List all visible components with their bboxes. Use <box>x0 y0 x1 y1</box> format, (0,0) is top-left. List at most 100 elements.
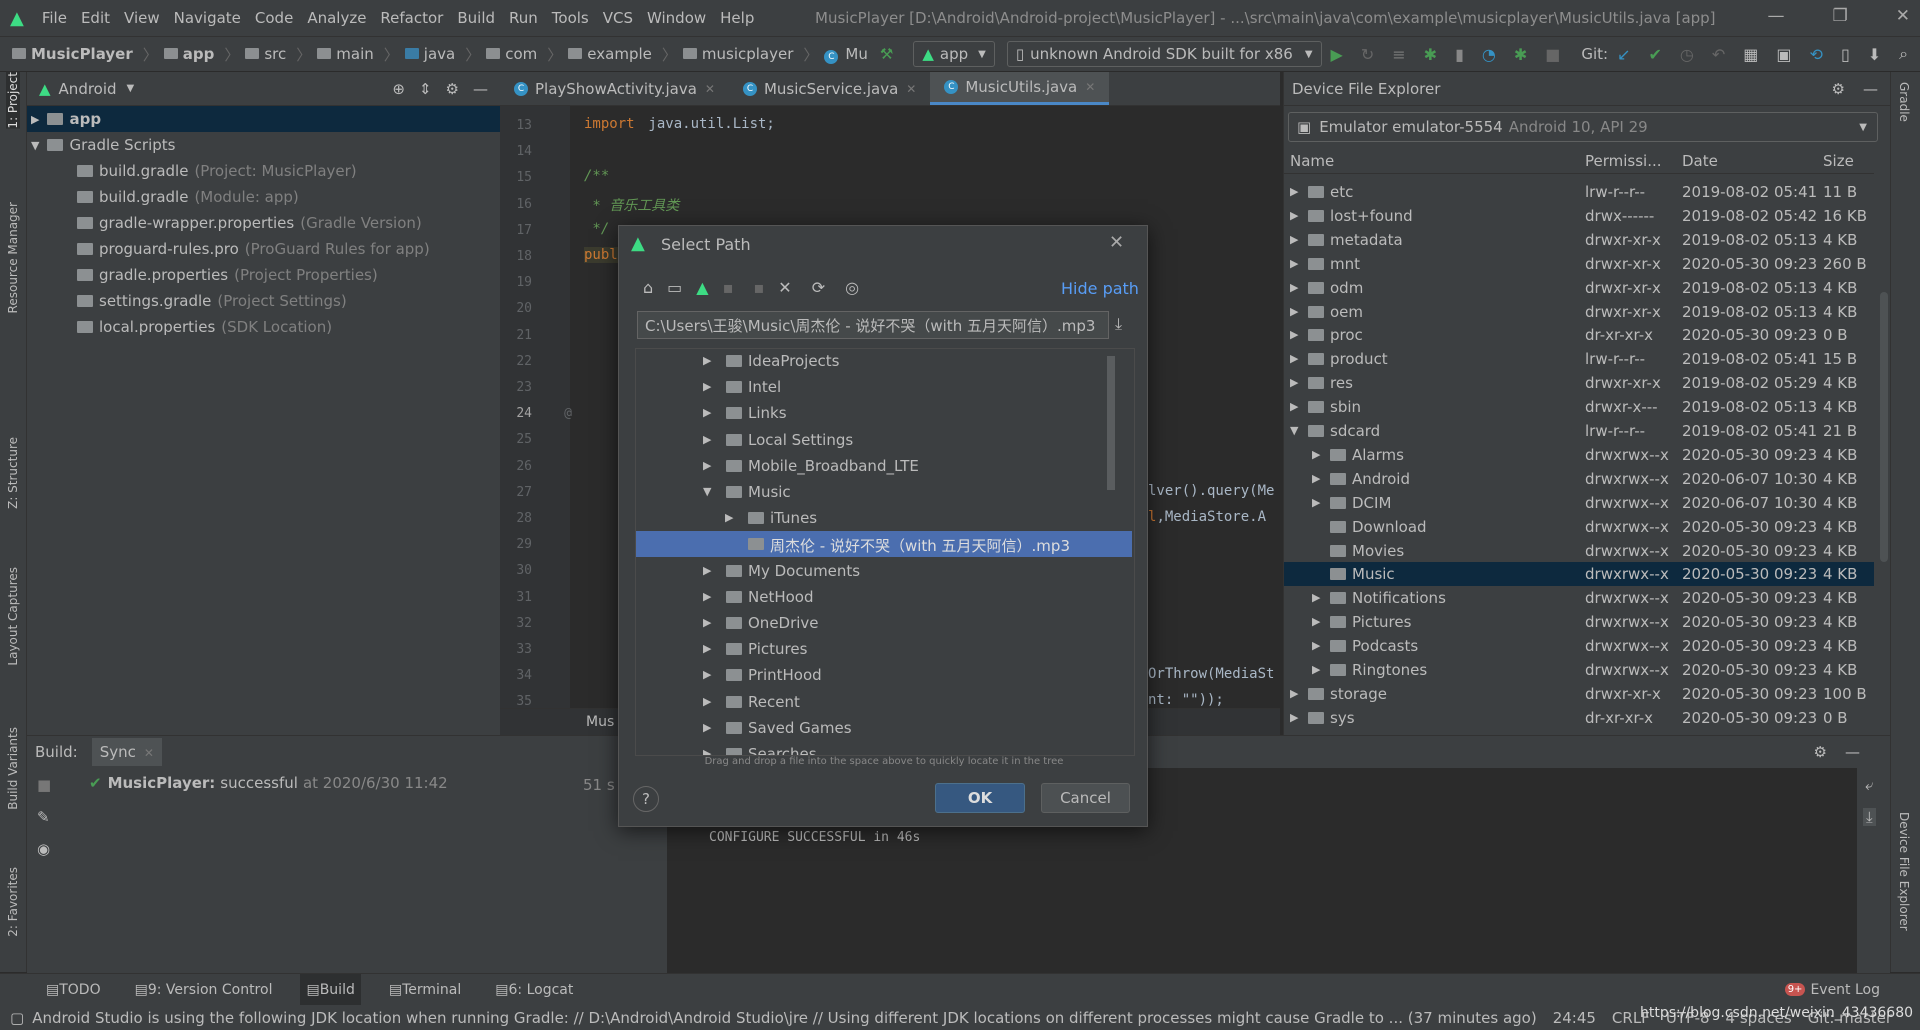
expand-arrow-icon[interactable]: ▶ <box>703 642 711 655</box>
gear-icon[interactable]: ⚙ <box>1814 743 1827 761</box>
expand-arrow-icon[interactable]: ▶ <box>1290 305 1298 318</box>
file-row[interactable]: ▶ sys dr-xr-xr-x 2020-05-30 09:23 0 B <box>1284 706 1874 730</box>
file-row[interactable]: ▶ oem drwxr-xr-x 2019-08-02 05:13 4 KB <box>1284 300 1874 324</box>
file-row[interactable]: ▶ sbin drwxr-x--- 2019-08-02 05:13 4 KB <box>1284 395 1874 419</box>
profile-icon[interactable]: ◔ <box>1482 45 1496 64</box>
close-tab-icon[interactable]: ✕ <box>705 82 715 96</box>
apply-code-changes-icon[interactable]: ≡ <box>1392 45 1405 64</box>
minimize-button[interactable]: — <box>1768 6 1785 26</box>
breadcrumb-item[interactable]: C Mu <box>824 45 868 64</box>
file-row[interactable]: ▶ etc lrw-r--r-- 2019-08-02 05:41 11 B <box>1284 180 1874 204</box>
file-tree-item[interactable]: ▶ Links <box>636 400 1132 426</box>
expand-arrow-icon[interactable]: ▼ <box>703 485 711 498</box>
tool-window-versioncontrol[interactable]: ▤ 9: Version Control <box>129 974 279 1006</box>
file-row[interactable]: ▶ metadata drwxr-xr-x 2019-08-02 05:13 4 KB <box>1284 228 1874 252</box>
stripe-resource-manager[interactable]: Resource Manager <box>6 202 20 313</box>
home-icon[interactable]: ⌂ <box>643 278 653 297</box>
project-tree-item[interactable]: build.gradle (Module: app) <box>27 184 500 210</box>
file-tree-item[interactable]: ▶ Pictures <box>636 636 1132 662</box>
stripe-structure[interactable]: Z: Structure <box>6 437 20 509</box>
project-tree-item[interactable]: settings.gradle (Project Settings) <box>27 288 500 314</box>
toggle-tool-windows-icon[interactable]: ▢ <box>10 1009 24 1027</box>
menu-view[interactable]: View <box>124 9 160 27</box>
sdk-manager-icon[interactable]: ⬇ <box>1868 45 1881 64</box>
expand-arrow-icon[interactable]: ▶ <box>1290 257 1298 270</box>
file-tree-item[interactable]: 周杰伦 - 说好不哭（with 五月天阿信）.mp3 <box>636 531 1132 558</box>
sync-gradle-icon[interactable]: ⟲ <box>1810 45 1823 64</box>
expand-arrow-icon[interactable]: ▶ <box>1312 591 1320 604</box>
expand-arrow-icon[interactable]: ▶ <box>1312 615 1320 628</box>
expand-arrow-icon[interactable]: ▶ <box>1290 376 1298 389</box>
pin-icon[interactable]: ✎ <box>37 808 50 826</box>
stripe-gradle[interactable]: Gradle <box>1897 82 1911 122</box>
menu-help[interactable]: Help <box>720 9 754 27</box>
expand-arrow-icon[interactable]: ▶ <box>1290 687 1298 700</box>
path-input[interactable]: C:\Users\王骏\Music\周杰伦 - 说好不哭（with 五月天阿信）… <box>637 311 1109 339</box>
git-history-icon[interactable]: ◷ <box>1680 45 1694 64</box>
hide-panel-icon[interactable]: — <box>1863 80 1878 98</box>
expand-arrow-icon[interactable]: ▶ <box>703 564 711 577</box>
menu-tools[interactable]: Tools <box>552 9 589 27</box>
git-rollback-icon[interactable]: ↶ <box>1712 45 1725 64</box>
ok-button[interactable]: OK <box>935 783 1025 813</box>
expand-arrow-icon[interactable]: ▶ <box>703 747 711 755</box>
expand-arrow-icon[interactable]: ▼ <box>1290 424 1298 437</box>
file-tree-item[interactable]: ▶ Saved Games <box>636 715 1132 741</box>
expand-arrow-icon[interactable]: ▶ <box>1290 209 1298 222</box>
download-icon[interactable]: ⤓ <box>1115 314 1122 334</box>
project-view-select[interactable]: Android <box>59 80 117 98</box>
stripe-project[interactable]: 1: Project <box>6 72 20 129</box>
menu-code[interactable]: Code <box>255 9 293 27</box>
project-tree-item[interactable]: gradle-wrapper.properties (Gradle Version… <box>27 210 500 236</box>
file-tree-item[interactable]: ▶ Mobile_Broadband_LTE <box>636 453 1132 479</box>
tab-musicutils[interactable]: C MusicUtils.java ✕ <box>930 72 1110 105</box>
attach-debugger-icon[interactable]: ▮ <box>1455 45 1464 64</box>
menu-file[interactable]: File <box>42 9 67 27</box>
close-tab-icon[interactable]: ✕ <box>906 82 916 96</box>
android-project-icon[interactable]: ▲ <box>696 278 708 297</box>
expand-arrow-icon[interactable]: ▶ <box>1312 448 1320 461</box>
file-row[interactable]: ▶ odm drwxr-xr-x 2019-08-02 05:13 4 KB <box>1284 276 1874 300</box>
file-row[interactable]: ▶ lost+found drwx------ 2019-08-02 05:42 16 … <box>1284 204 1874 228</box>
scroll-to-end-icon[interactable]: ⤓ <box>1863 808 1876 826</box>
file-row[interactable]: ▶ Ringtones drwxrwx--x 2020-05-30 09:23 4 KB <box>1284 658 1874 682</box>
breadcrumb-item[interactable]: java <box>404 45 455 63</box>
device-select[interactable]: ▯ unknown Android SDK built for x86 ▼ <box>1006 41 1322 67</box>
tab-musicservice[interactable]: C MusicService.java ✕ <box>729 72 930 105</box>
show-hidden-icon[interactable]: ◎ <box>845 278 859 297</box>
hide-path-link[interactable]: Hide path <box>1061 279 1139 298</box>
breadcrumb-item[interactable]: main <box>317 45 374 63</box>
status-message[interactable]: Android Studio is using the following JD… <box>32 1009 1537 1027</box>
file-row[interactable]: ▶ Pictures drwxrwx--x 2020-05-30 09:23 4 KB <box>1284 610 1874 634</box>
breadcrumb-item[interactable]: MusicPlayer <box>12 45 133 63</box>
menu-vcs[interactable]: VCS <box>603 9 633 27</box>
soft-wrap-icon[interactable]: ⤶ <box>1865 776 1873 794</box>
expand-arrow-icon[interactable]: ▶ <box>1312 472 1320 485</box>
file-tree-item[interactable]: ▶ My Documents <box>636 558 1132 584</box>
expand-arrow-icon[interactable]: ▶ <box>1312 639 1320 652</box>
menu-run[interactable]: Run <box>509 9 538 27</box>
maximize-button[interactable]: ❐ <box>1833 6 1848 26</box>
apply-changes-icon[interactable]: ↻ <box>1361 45 1374 64</box>
expand-arrow-icon[interactable]: ▶ <box>1290 328 1298 341</box>
expand-arrow-icon[interactable]: ▶ <box>703 668 711 681</box>
expand-arrow-icon[interactable]: ▶ <box>1290 233 1298 246</box>
file-tree-item[interactable]: ▶ PrintHood <box>636 662 1132 688</box>
column-permissions[interactable]: Permissi... <box>1585 152 1662 170</box>
breadcrumb-item[interactable]: src <box>245 45 286 63</box>
column-size[interactable]: Size <box>1823 152 1854 170</box>
file-row[interactable]: ▶ res drwxr-xr-x 2019-08-02 05:29 4 KB <box>1284 371 1874 395</box>
expand-arrow-icon[interactable]: ▶ <box>703 616 711 629</box>
run-icon[interactable]: ▶ <box>1331 45 1343 64</box>
column-name[interactable]: Name <box>1290 152 1334 170</box>
file-row[interactable]: ▼ sdcard lrw-r--r-- 2019-08-02 05:41 21 B <box>1284 419 1874 443</box>
file-row[interactable]: ▶ Notifications drwxrwx--x 2020-05-30 09:23… <box>1284 586 1874 610</box>
tool-window-todo[interactable]: ▤ TODO <box>40 974 107 1006</box>
expand-arrow-icon[interactable]: ▶ <box>1312 496 1320 509</box>
locate-icon[interactable]: ⊕ <box>392 80 405 98</box>
hammer-build-icon[interactable]: ⚒ <box>880 45 893 63</box>
file-tree-item[interactable]: ▶ Searches <box>636 741 1132 755</box>
file-row[interactable]: ▶ storage drwxr-xr-x 2020-05-30 09:23 100 B <box>1284 682 1874 706</box>
project-structure-icon[interactable]: ▦ <box>1743 45 1758 64</box>
stripe-device-file-explorer[interactable]: Device File Explorer <box>1897 812 1911 931</box>
